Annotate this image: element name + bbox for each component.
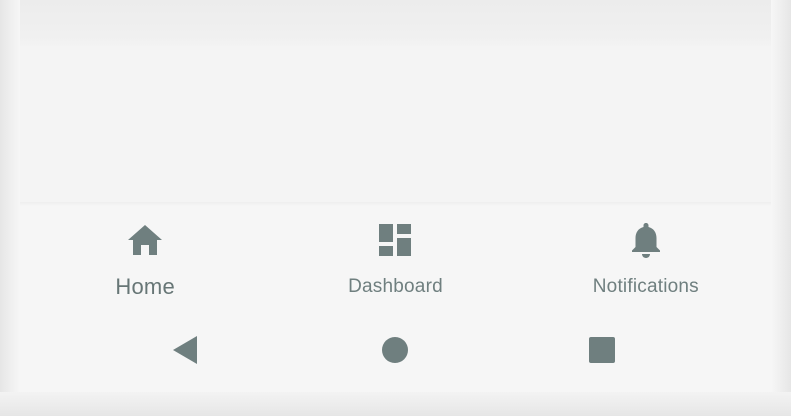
content-area (20, 46, 771, 204)
app-screen: Home Dashboard Notifications (20, 0, 771, 392)
back-icon[interactable] (169, 334, 201, 366)
nav-item-home[interactable]: Home (20, 206, 270, 306)
top-bar (20, 0, 771, 46)
system-navigation-bar (20, 306, 771, 392)
frame-edge-left (0, 0, 20, 416)
dashboard-icon (375, 220, 415, 260)
bell-icon (626, 220, 666, 260)
nav-item-notifications[interactable]: Notifications (521, 206, 771, 306)
device-frame: Home Dashboard Notifications (0, 0, 791, 416)
frame-edge-right (771, 0, 791, 416)
home-circle-icon[interactable] (379, 334, 411, 366)
frame-edge-bottom (0, 392, 791, 416)
home-icon (125, 220, 165, 260)
nav-label-dashboard: Dashboard (348, 276, 443, 297)
recents-icon[interactable] (586, 334, 618, 366)
nav-item-dashboard[interactable]: Dashboard (270, 206, 520, 306)
nav-label-home: Home (115, 274, 175, 299)
bottom-navigation: Home Dashboard Notifications (20, 206, 771, 306)
nav-label-notifications: Notifications (592, 276, 699, 297)
